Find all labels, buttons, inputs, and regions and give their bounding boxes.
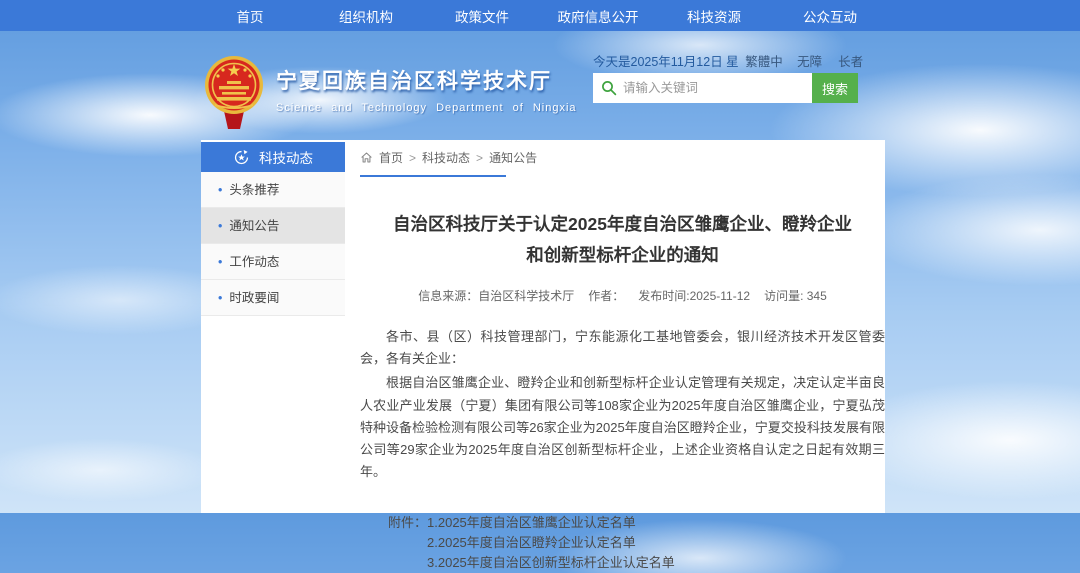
meta-author: 作者：: [588, 287, 624, 304]
meta-view-count: 访问量: 345: [764, 287, 827, 304]
search-bar: 搜索: [593, 73, 858, 103]
top-navigation: 首页 组织机构 政策文件 政府信息公开 科技资源 公众互动: [0, 0, 1080, 31]
site-title: 宁夏回族自治区科学技术厅: [276, 65, 577, 95]
nav-item-sci-resources[interactable]: 科技资源: [656, 6, 772, 26]
home-icon: [360, 151, 373, 164]
breadcrumb-tech-news[interactable]: 科技动态: [422, 149, 470, 166]
meta-source: 信息来源：自治区科学技术厅: [418, 287, 574, 304]
attachments-label: 附件：: [388, 513, 427, 573]
attachment-link-1[interactable]: 1.2025年度自治区雏鹰企业认定名单: [427, 513, 675, 533]
meta-publish-time: 发布时间:2025-11-12: [638, 287, 750, 304]
sidebar-item-work-news[interactable]: 工作动态: [201, 244, 345, 280]
sidebar-item-notices[interactable]: 通知公告: [201, 208, 345, 244]
sidebar-item-current-politics[interactable]: 时政要闻: [201, 280, 345, 316]
article-body: 各市、县（区）科技管理部门，宁东能源化工基地管委会，银川经济技术开发区管委会，各…: [360, 326, 885, 483]
search-icon: [601, 80, 617, 96]
gov-webpage: { "colors": { "nav_blue": "#3b79d8", "se…: [0, 0, 1080, 513]
tech-news-star-icon: [233, 149, 250, 166]
site-subtitle: Science and Technology Department of Nin…: [276, 102, 577, 114]
breadcrumb-home[interactable]: 首页: [379, 149, 403, 166]
article-meta: 信息来源：自治区科学技术厅 作者： 发布时间:2025-11-12 访问量: 3…: [360, 287, 885, 304]
search-button[interactable]: 搜索: [812, 73, 858, 103]
article-paragraph: 各市、县（区）科技管理部门，宁东能源化工基地管委会，银川经济技术开发区管委会，各…: [360, 326, 885, 370]
breadcrumb-separator: >: [476, 151, 483, 165]
main-content: 首页 > 科技动态 > 通知公告 自治区科技厅关于认定2025年度自治区雏鹰企业…: [360, 140, 885, 573]
breadcrumb-notices[interactable]: 通知公告: [489, 149, 537, 166]
attachment-link-3[interactable]: 3.2025年度自治区创新型标杆企业认定名单: [427, 553, 675, 573]
sidebar-menu: 头条推荐 通知公告 工作动态 时政要闻: [201, 172, 345, 316]
national-emblem-logo: [202, 55, 266, 136]
search-input[interactable]: [593, 73, 812, 103]
sidebar: 科技动态 头条推荐 通知公告 工作动态 时政要闻: [201, 142, 345, 316]
article-title: 自治区科技厅关于认定2025年度自治区雏鹰企业、瞪羚企业和创新型标杆企业的通知: [388, 209, 858, 270]
content-wrapper: 科技动态 头条推荐 通知公告 工作动态 时政要闻 首页 > 科技动态 > 通知公…: [201, 140, 885, 513]
attachments: 附件： 1.2025年度自治区雏鹰企业认定名单 2.2025年度自治区瞪羚企业认…: [388, 513, 885, 573]
sidebar-item-headlines[interactable]: 头条推荐: [201, 172, 345, 208]
attachment-link-2[interactable]: 2.2025年度自治区瞪羚企业认定名单: [427, 533, 675, 553]
sidebar-title: 科技动态: [259, 147, 313, 167]
search-input-wrap: [593, 73, 812, 103]
breadcrumb-separator: >: [409, 151, 416, 165]
nav-item-public-interaction[interactable]: 公众互动: [772, 6, 888, 26]
article-paragraph: 根据自治区雏鹰企业、瞪羚企业和创新型标杆企业认定管理有关规定，决定认定半亩良人农…: [360, 372, 885, 482]
sidebar-header: 科技动态: [201, 142, 345, 172]
attachment-list: 1.2025年度自治区雏鹰企业认定名单 2.2025年度自治区瞪羚企业认定名单 …: [427, 513, 675, 573]
nav-item-gov-info[interactable]: 政府信息公开: [540, 6, 656, 26]
emblem-icon: [202, 55, 266, 131]
site-branding: 宁夏回族自治区科学技术厅 Science and Technology Depa…: [276, 65, 577, 114]
nav-item-organization[interactable]: 组织机构: [308, 6, 424, 26]
breadcrumb: 首页 > 科技动态 > 通知公告: [360, 140, 885, 166]
breadcrumb-underline: [360, 175, 506, 177]
nav-item-home[interactable]: 首页: [192, 6, 308, 26]
nav-item-policy[interactable]: 政策文件: [424, 6, 540, 26]
